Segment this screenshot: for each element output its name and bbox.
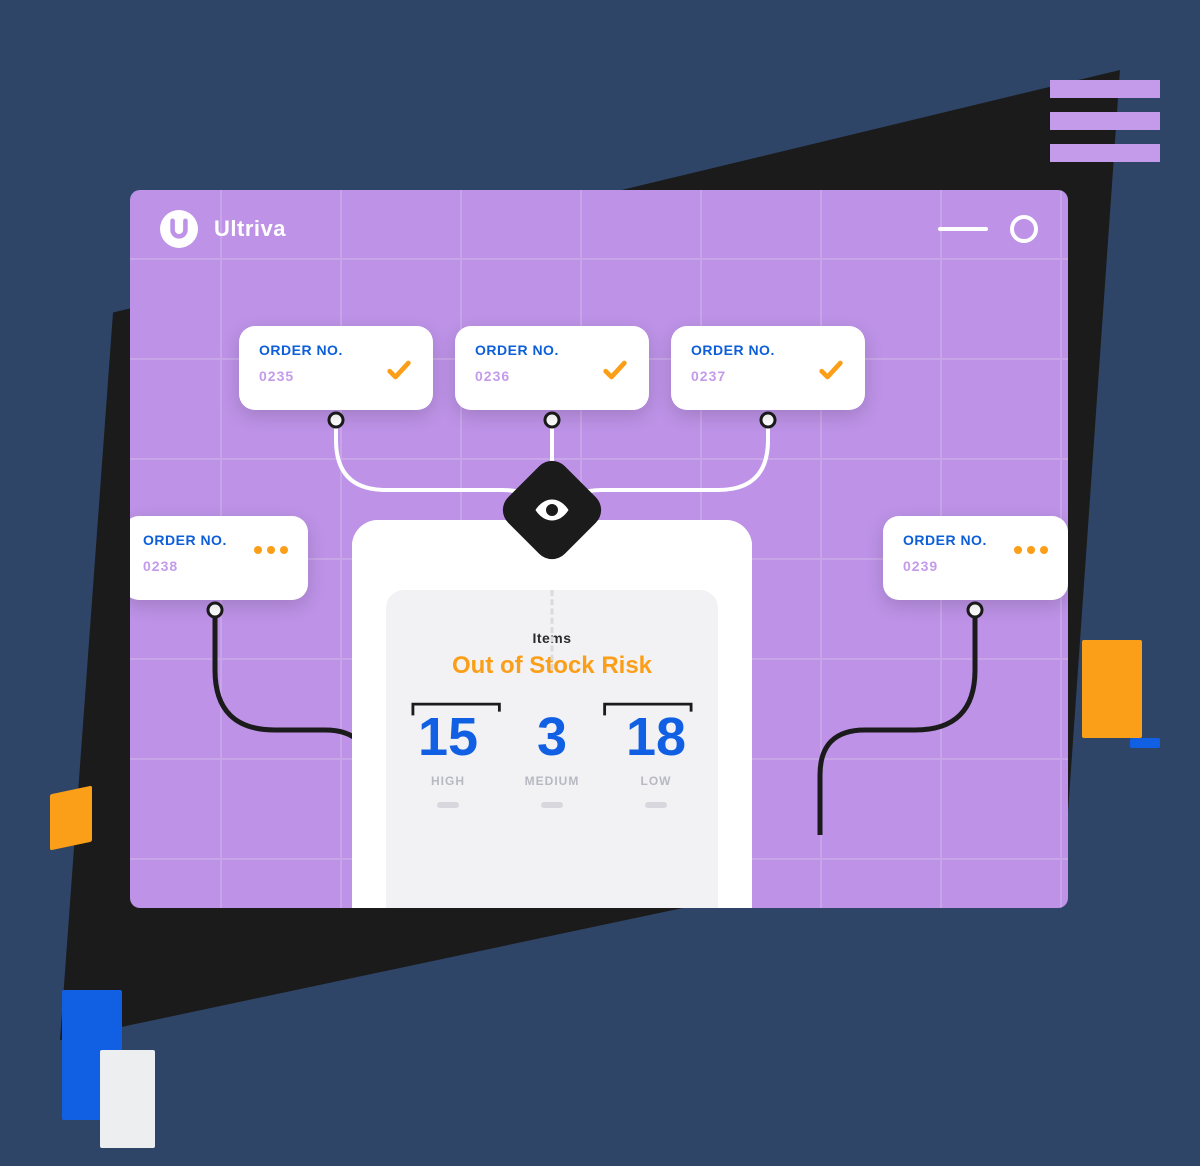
items-label: Items [396, 630, 708, 646]
check-icon [817, 356, 845, 389]
decor-stripes [1050, 80, 1160, 162]
decor-chip [1082, 640, 1142, 738]
monitor-node[interactable] [502, 460, 602, 560]
pending-icon [254, 546, 288, 554]
window-maximize-icon[interactable] [1010, 215, 1038, 243]
pending-icon [1014, 546, 1048, 554]
dash-icon [437, 802, 459, 808]
risk-label: LOW [604, 774, 708, 788]
order-number: 0239 [903, 558, 1048, 574]
titlebar: Ultriva [130, 190, 1068, 268]
dash-icon [645, 802, 667, 808]
order-card[interactable]: ORDER NO. 0236 [455, 326, 649, 410]
window-controls [938, 215, 1038, 243]
order-card[interactable]: ORDER NO. 0238 [130, 516, 308, 600]
order-number: 0238 [143, 558, 288, 574]
app-window: Ultriva ORDER NO. 0235 ORDER NO. 0236 [130, 190, 1068, 908]
bracket-decor [396, 692, 708, 720]
risk-title: Out of Stock Risk [396, 652, 708, 680]
order-card[interactable]: ORDER NO. 0239 [883, 516, 1068, 600]
window-minimize-icon[interactable] [938, 227, 988, 231]
eye-icon [534, 492, 570, 528]
risk-medium[interactable]: 3 MEDIUM [500, 710, 604, 808]
check-icon [385, 356, 413, 389]
risk-panel: Items Out of Stock Risk 15 HIGH 3 MEDIUM [352, 520, 752, 908]
risk-label: MEDIUM [500, 774, 604, 788]
dash-icon [541, 802, 563, 808]
app-logo [160, 210, 198, 248]
risk-low[interactable]: 18 LOW [604, 710, 708, 808]
decor-chip [100, 1050, 155, 1148]
decor-chip [50, 786, 92, 851]
risk-label: HIGH [396, 774, 500, 788]
check-icon [601, 356, 629, 389]
risk-high[interactable]: 15 HIGH [396, 710, 500, 808]
decor-chip [1130, 738, 1160, 748]
app-title: Ultriva [214, 216, 286, 242]
order-card[interactable]: ORDER NO. 0237 [671, 326, 865, 410]
order-card[interactable]: ORDER NO. 0235 [239, 326, 433, 410]
